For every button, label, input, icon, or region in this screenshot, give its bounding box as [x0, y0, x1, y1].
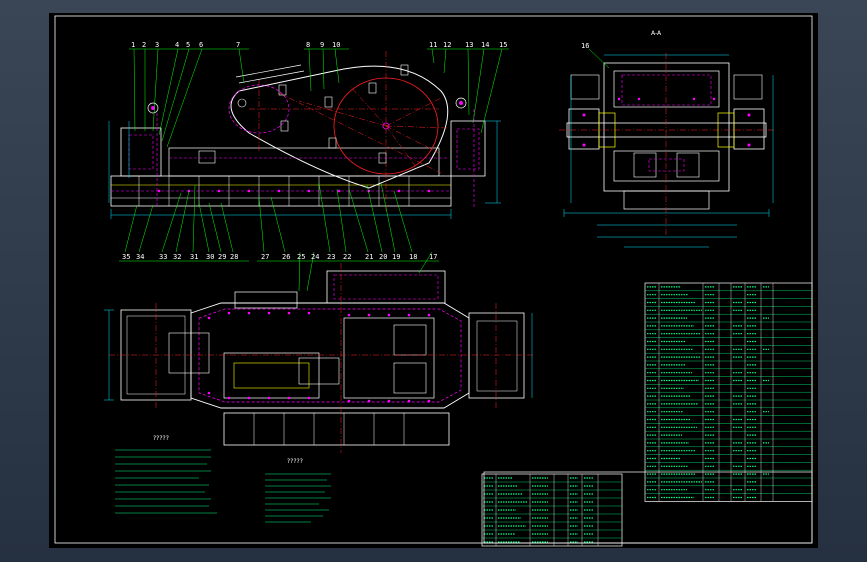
- callout-3: 3: [155, 41, 159, 49]
- front-elevation-view: [108, 51, 501, 219]
- callout-4: 4: [175, 41, 179, 49]
- callout-26: 26: [282, 253, 290, 261]
- callout-16: 16: [581, 42, 589, 50]
- callout-6: 6: [199, 41, 203, 49]
- callout-11: 11: [429, 41, 437, 49]
- callout-35: 35: [122, 253, 130, 261]
- callout-25: 25: [297, 253, 305, 261]
- top-callout-numbers: 1 2 3 4 5 6 7 8 9 10 11 12 13 14 15: [131, 41, 507, 49]
- notes-right-title: ?????: [287, 458, 303, 465]
- callout-18: 18: [409, 253, 417, 261]
- technical-notes-left: ?????: [115, 435, 217, 514]
- bill-of-materials-secondary: [481, 473, 623, 547]
- callout-31: 31: [190, 253, 198, 261]
- notes-left-title: ?????: [153, 435, 169, 442]
- callout-28: 28: [230, 253, 238, 261]
- plan-view: [104, 263, 534, 453]
- callout-13: 13: [465, 41, 473, 49]
- assembly-drawing-canvas[interactable]: A-A 1 2 3 4 5 6 7 8 9 10 11 12 13 14 15 …: [49, 13, 818, 548]
- callout-22: 22: [343, 253, 351, 261]
- callout-14: 14: [481, 41, 489, 49]
- callout-30: 30: [206, 253, 214, 261]
- callout-1: 1: [131, 41, 135, 49]
- cad-application-background: A-A 1 2 3 4 5 6 7 8 9 10 11 12 13 14 15 …: [0, 0, 867, 562]
- callout-32: 32: [173, 253, 181, 261]
- title-block: [483, 471, 813, 544]
- callout-33: 33: [159, 253, 167, 261]
- callout-8: 8: [306, 41, 310, 49]
- callout-27: 27: [261, 253, 269, 261]
- callout-34: 34: [136, 253, 144, 261]
- callout-23: 23: [327, 253, 335, 261]
- drawing-sheet: A-A 1 2 3 4 5 6 7 8 9 10 11 12 13 14 15 …: [49, 13, 818, 548]
- callout-29: 29: [218, 253, 226, 261]
- callout-24: 24: [311, 253, 319, 261]
- callout-2: 2: [142, 41, 146, 49]
- bill-of-materials-table: [644, 282, 813, 502]
- callout-12: 12: [443, 41, 451, 49]
- callout-7: 7: [236, 41, 240, 49]
- section-view-a-a: A-A: [559, 30, 774, 248]
- bottom-callout-numbers: 35 34 33 32 31 30 29 28 27 26 25 24 23 22 21 20 19 18 17: [122, 253, 437, 261]
- callout-20: 20: [379, 253, 387, 261]
- section-view-label: A-A: [651, 30, 662, 37]
- technical-notes-right: ?????: [265, 458, 331, 523]
- callout-9: 9: [320, 41, 324, 49]
- callout-19: 19: [392, 253, 400, 261]
- callout-10: 10: [332, 41, 340, 49]
- callout-17: 17: [429, 253, 437, 261]
- callout-5: 5: [186, 41, 190, 49]
- callout-15: 15: [499, 41, 507, 49]
- callout-21: 21: [365, 253, 373, 261]
